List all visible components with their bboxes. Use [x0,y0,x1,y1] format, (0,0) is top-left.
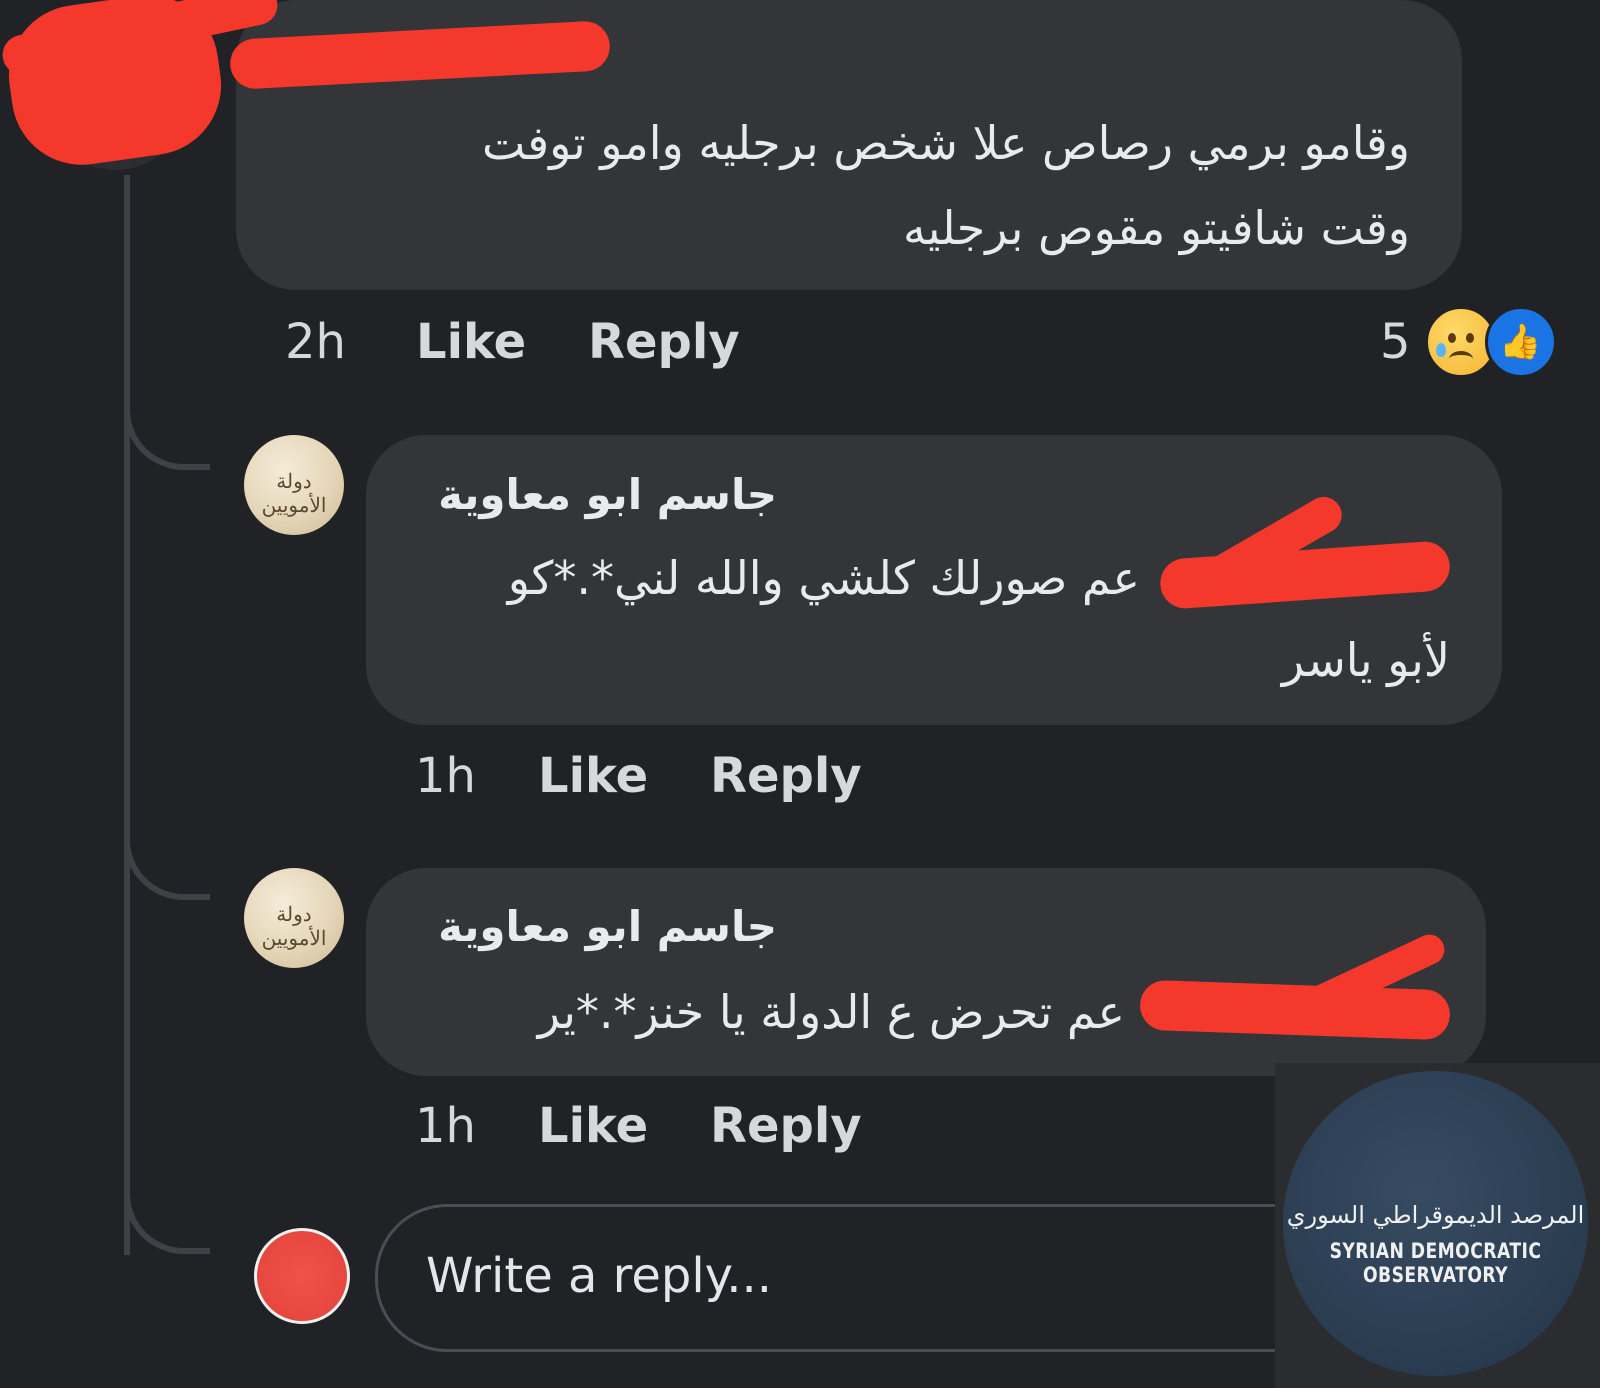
reaction-count: 5 [1380,314,1411,370]
like-reaction-icon: 👍 [1484,306,1557,378]
comment-timestamp: 1h [415,1098,476,1154]
like-button[interactable]: Like [416,314,526,370]
comment-author[interactable]: جاسم ابو معاوية [177,902,777,951]
like-button[interactable]: Like [538,748,648,804]
comment-text: عم صورلك كلشي والله لني*.*كو [507,551,1140,605]
watermark-logo: المرصد الديموقراطي السوري SYRIAN DEMOCRA… [1283,1071,1588,1376]
current-user-avatar[interactable] [254,1228,350,1324]
comment-text: لأبو ياسر [1281,633,1450,687]
thread-line [124,175,130,1255]
watermark-english-text: SYRIAN DEMOCRATIC OBSERVATORY [1329,1239,1542,1287]
reply-button[interactable]: Reply [710,1098,862,1154]
watermark-arabic-text: المرصد الديموقراطي السوري [1286,1201,1585,1229]
reply-button[interactable]: Reply [710,748,862,804]
comment-text: وقت شافيتو مقوص برجليه [903,201,1410,255]
thread-branch [124,400,210,470]
comment-text: عم تحرض ع الدولة يا خنز*.*ير [537,985,1125,1039]
comment-text: وقامو برمي رصاص علا شخص برجليه وامو توفت [481,116,1410,170]
like-button[interactable]: Like [538,1098,648,1154]
comment-timestamp: 1h [415,748,476,804]
comment-timestamp: 2h [285,314,346,370]
thread-branch [124,1180,210,1254]
reply-placeholder: Write a reply... [426,1248,773,1304]
thread-branch [124,830,210,900]
comment-author[interactable]: جاسم ابو معاوية [177,470,777,519]
reply-button[interactable]: Reply [588,314,740,370]
reaction-summary[interactable]: 5 👍 [1380,306,1557,378]
watermark-panel: المرصد الديموقراطي السوري SYRIAN DEMOCRA… [1275,1063,1600,1388]
